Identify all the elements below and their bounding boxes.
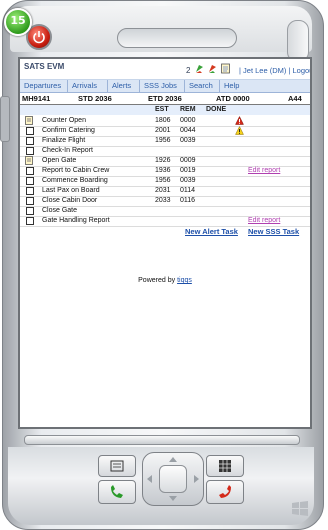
- power-icon: [33, 31, 45, 44]
- tab-search[interactable]: Search: [189, 81, 213, 90]
- task-checkbox[interactable]: [26, 197, 34, 205]
- alert-count: 2: [186, 66, 191, 75]
- screen-bottom-bar: [24, 435, 300, 445]
- flight-atd: ATD 0000: [216, 94, 250, 103]
- tab-divider: [107, 80, 108, 92]
- task-est: 1806: [155, 117, 171, 124]
- task-rem: 0039: [180, 137, 196, 144]
- task-rem: 0039: [180, 177, 196, 184]
- tab-departures[interactable]: Departures: [24, 81, 61, 90]
- task-checkbox[interactable]: [26, 147, 34, 155]
- tiqqs-link[interactable]: tiqqs: [177, 277, 192, 284]
- tab-divider: [219, 80, 220, 92]
- task-rem: 0044: [180, 127, 196, 134]
- calendar-icon: [110, 460, 124, 472]
- task-name: Check-In Report: [42, 147, 93, 154]
- red-alert-icon[interactable]: [235, 116, 244, 125]
- note-icon[interactable]: [25, 116, 34, 125]
- green-phone-icon: [111, 485, 123, 498]
- nav-tabs: Departures Arrivals Alerts SSS Jobs Sear…: [20, 80, 310, 93]
- task-name: Gate Handling Report: [42, 217, 110, 224]
- new-alert-task-link[interactable]: New Alert Task: [185, 227, 238, 236]
- tab-divider: [184, 80, 185, 92]
- windows-logo-icon: [292, 501, 308, 516]
- task-rem: 0019: [180, 167, 196, 174]
- task-est: 1926: [155, 157, 171, 164]
- task-est: 1956: [155, 137, 171, 144]
- tab-sss-jobs[interactable]: SSS Jobs: [144, 81, 177, 90]
- task-name: Close Cabin Door: [42, 197, 98, 204]
- task-est: 2001: [155, 127, 171, 134]
- flight-info-bar: MH9141 STD 2036 ETD 2036 ATD 0000 A44: [20, 93, 310, 105]
- task-rem: 0114: [180, 187, 196, 194]
- user-logout-links[interactable]: | Jet Lee (DM) | Logout: [239, 66, 310, 75]
- app-title: SATS EVM: [24, 62, 65, 71]
- task-checkbox[interactable]: [26, 187, 34, 195]
- red-phone-icon: [219, 485, 231, 498]
- task-name: Commence Boarding: [42, 177, 108, 184]
- task-est: 2033: [155, 197, 171, 204]
- task-checkbox[interactable]: [26, 207, 34, 215]
- flight-gate: A44: [288, 94, 302, 103]
- recording-badge: 15: [4, 8, 32, 36]
- col-est: EST: [155, 106, 169, 113]
- device-screen: SATS EVM 2 | Jet Lee (DM) | Logout Depar…: [18, 57, 312, 429]
- grid-icon: [219, 460, 231, 472]
- new-sss-task-link[interactable]: New SSS Task: [248, 227, 299, 236]
- powered-by: Powered by tiqqs: [20, 277, 310, 284]
- new-task-links: New Alert Task New SSS Task: [20, 226, 310, 238]
- app-titlebar: SATS EVM 2 | Jet Lee (DM) | Logout: [20, 59, 310, 80]
- flight-std: STD 2036: [78, 94, 112, 103]
- task-name: Close Gate: [42, 207, 78, 214]
- task-name: Report to Cabin Crew: [42, 167, 110, 174]
- task-name: Counter Open: [42, 117, 86, 124]
- call-button[interactable]: [98, 480, 136, 504]
- task-checkbox[interactable]: [26, 127, 34, 135]
- note-icon[interactable]: [25, 156, 34, 165]
- red-flag-icon[interactable]: [207, 63, 218, 74]
- tab-arrivals[interactable]: Arrivals: [72, 81, 97, 90]
- side-button[interactable]: [0, 96, 10, 142]
- tab-divider: [139, 80, 140, 92]
- tab-help[interactable]: Help: [224, 81, 239, 90]
- notepad-icon[interactable]: [220, 63, 231, 74]
- task-rem: 0116: [180, 197, 196, 204]
- end-call-button[interactable]: [206, 480, 244, 504]
- edit-report-link[interactable]: Edit report: [248, 167, 280, 174]
- task-name: Open Gate: [42, 157, 77, 164]
- task-name: Finalize Flight: [42, 137, 86, 144]
- tab-alerts[interactable]: Alerts: [112, 81, 131, 90]
- task-checkbox[interactable]: [26, 167, 34, 175]
- right-softkey[interactable]: [206, 455, 244, 477]
- task-rem: 0009: [180, 157, 196, 164]
- left-softkey[interactable]: [98, 455, 136, 477]
- task-est: 1956: [155, 177, 171, 184]
- powered-by-text: Powered by: [138, 277, 178, 284]
- task-table-header: EST REM DONE: [20, 105, 310, 115]
- task-checkbox[interactable]: [26, 177, 34, 185]
- col-rem: REM: [180, 106, 196, 113]
- tab-divider: [67, 80, 68, 92]
- task-name: Confirm Catering: [42, 127, 95, 134]
- yellow-warning-icon[interactable]: [235, 126, 244, 135]
- dpad-center-button[interactable]: [159, 465, 187, 493]
- task-checkbox[interactable]: [26, 217, 34, 225]
- stylus-slot: [287, 20, 309, 62]
- green-flag-icon[interactable]: [194, 63, 205, 74]
- navigation-dpad[interactable]: [142, 452, 204, 506]
- task-est: 1936: [155, 167, 171, 174]
- task-rem: 0000: [180, 117, 196, 124]
- task-name: Last Pax on Board: [42, 187, 100, 194]
- flight-etd: ETD 2036: [148, 94, 182, 103]
- edit-report-link[interactable]: Edit report: [248, 217, 280, 224]
- col-done: DONE: [206, 106, 227, 113]
- speaker-grille: [117, 28, 237, 48]
- flight-number: MH9141: [22, 94, 51, 103]
- task-est: 2031: [155, 187, 171, 194]
- task-checkbox[interactable]: [26, 137, 34, 145]
